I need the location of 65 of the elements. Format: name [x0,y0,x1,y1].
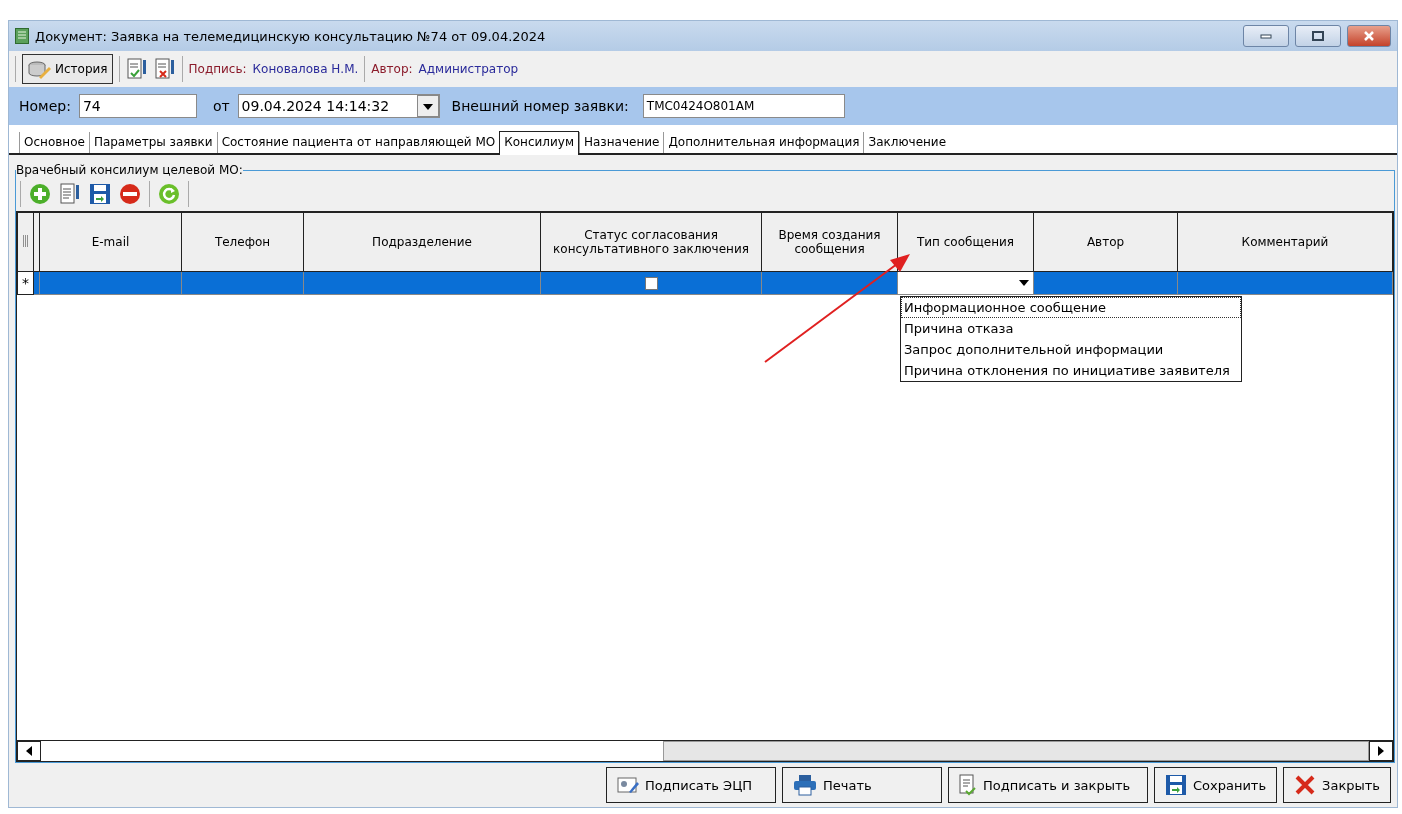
number-field[interactable]: 74 [78,94,197,118]
row-marker: * [17,271,34,295]
author-value: Администратор [418,62,519,76]
scroll-left-button[interactable] [17,741,41,761]
column-header[interactable]: Время создания сообщения [761,212,898,272]
delete-icon[interactable] [119,183,141,205]
column-header[interactable]: Телефон [181,212,304,272]
footer-button[interactable]: Сохранить [1153,767,1278,803]
history-button[interactable]: История [22,54,113,84]
database-pencil-icon [27,59,51,79]
dropdown-option[interactable]: Причина отклонения по инициативе заявителя [901,360,1241,381]
document-icon [15,28,29,44]
document-edit-icon[interactable] [59,182,81,206]
dropdown-option[interactable]: Информационное сообщение [901,297,1241,318]
maximize-button[interactable] [1295,25,1341,47]
status-checkbox[interactable] [644,277,658,290]
close-button[interactable] [1347,25,1391,47]
column-header[interactable]: Автор [1033,212,1178,272]
save-icon[interactable] [89,183,111,205]
document-delete-icon[interactable] [153,57,176,81]
signature-label: Подпись: [188,62,247,76]
close-icon [1363,30,1375,42]
footer-button[interactable]: Подписать ЭЦП [605,767,776,803]
document-check-icon[interactable] [125,57,148,81]
scroll-right-button[interactable] [1369,741,1393,761]
scrollbar-thumb[interactable] [663,741,1369,761]
footer-button[interactable]: Подписать и закрыть [947,767,1148,803]
close-icon [1294,774,1317,796]
tab[interactable]: Назначение [578,132,664,153]
signature-value: Коновалова Н.М. [252,62,359,76]
external-number-label: Внешний номер заявки: [451,98,629,114]
column-header[interactable]: Комментарий [1177,212,1393,272]
window-title: Документ: Заявка на телемедицинскую консультацию №74 от 09.04.2024 [35,28,547,44]
minimize-button[interactable] [1243,25,1289,47]
tab[interactable]: Основное [19,132,89,153]
dropdown-option[interactable]: Запрос дополнительной информации [901,339,1241,360]
column-chooser-icon[interactable] [22,234,29,247]
save-icon [1164,774,1187,796]
column-header[interactable]: Тип сообщения [897,212,1034,272]
footer-button[interactable]: Закрыть [1283,767,1391,803]
external-number-field[interactable]: TMC0424O801AM [642,94,845,118]
tab[interactable]: Параметры заявки [88,132,217,153]
message-type-dropdown[interactable] [897,271,1034,295]
maximize-icon [1312,31,1324,41]
number-label: Номер: [19,98,71,114]
minimize-icon [1260,33,1272,39]
signature-icon [616,776,639,794]
column-header[interactable]: Подразделение [303,212,541,272]
document-check-icon [958,774,977,796]
footer-button[interactable]: Печать [781,767,942,803]
date-field[interactable]: 09.04.2024 14:14:32 [237,94,440,118]
dropdown-option[interactable]: Причина отказа [901,318,1241,339]
left-arrow-icon [25,746,33,756]
group-title: Врачебный консилиум целевой МО: [16,163,243,177]
date-label: от [212,98,230,114]
add-icon[interactable] [29,183,51,205]
tab[interactable]: Консилиум [499,131,579,155]
printer-icon [792,774,817,796]
column-header[interactable]: Статус согласования консультативного заключения [540,212,762,272]
tab[interactable]: Дополнительная информация [663,132,864,153]
column-header[interactable]: E-mail [39,212,182,272]
tab[interactable]: Заключение [863,132,951,153]
author-label: Автор: [371,62,413,76]
right-arrow-icon [1377,746,1385,756]
horizontal-scrollbar[interactable] [17,740,1393,761]
